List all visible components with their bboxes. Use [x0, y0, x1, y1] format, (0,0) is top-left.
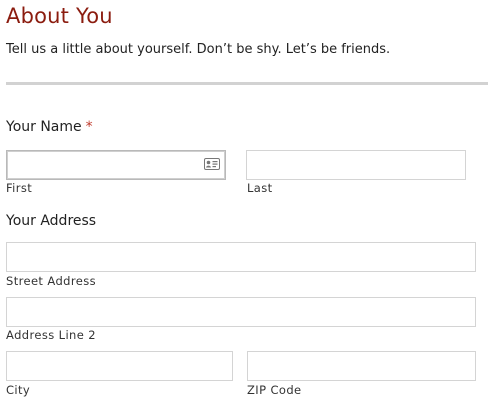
zip-code-input[interactable]: [247, 351, 476, 381]
section-divider: [6, 82, 488, 85]
page-title: About You: [6, 4, 113, 28]
last-name-sublabel: Last: [247, 181, 273, 195]
first-name-input[interactable]: [6, 150, 226, 180]
about-you-form: About You Tell us a little about yoursel…: [0, 0, 500, 408]
city-sublabel: City: [6, 383, 31, 397]
city-input[interactable]: [6, 351, 233, 381]
required-marker: *: [85, 119, 93, 135]
last-name-input[interactable]: [246, 150, 466, 180]
first-name-sublabel: First: [6, 181, 33, 195]
address-line-2-sublabel: Address Line 2: [6, 328, 96, 342]
name-label-text: Your Name: [6, 119, 82, 135]
contact-card-icon[interactable]: [204, 158, 220, 170]
street-address-input[interactable]: [6, 242, 476, 272]
page-subtitle: Tell us a little about yourself. Don’t b…: [6, 42, 391, 57]
address-line-2-input[interactable]: [6, 297, 476, 327]
name-section-label: Your Name *: [6, 119, 93, 135]
zip-code-sublabel: ZIP Code: [247, 383, 302, 397]
address-section-label: Your Address: [6, 213, 97, 229]
street-address-sublabel: Street Address: [6, 274, 96, 288]
